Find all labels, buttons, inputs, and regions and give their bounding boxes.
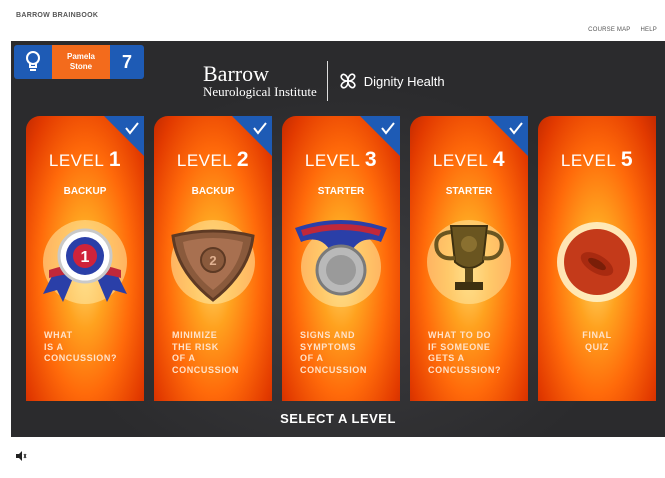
barrow-logo-subtitle: Neurological Institute bbox=[203, 84, 317, 99]
level-title: LEVEL 5 bbox=[538, 148, 656, 172]
level-title: LEVEL 1 bbox=[26, 148, 144, 172]
level-select-stage: Pamela Stone 7 Barrow Neurological Insti… bbox=[11, 41, 665, 437]
select-level-label: SELECT A LEVEL bbox=[280, 411, 396, 426]
course-map-link[interactable]: COURSE MAP bbox=[588, 27, 630, 33]
user-last-name: Stone bbox=[69, 62, 93, 71]
app-title: BARROW BRAINBOOK bbox=[16, 12, 99, 19]
trophy-icon bbox=[427, 220, 511, 304]
barrow-logo: Barrow Neurological Institute bbox=[203, 63, 317, 99]
top-nav: COURSE MAP HELP bbox=[588, 27, 657, 33]
level-rank: STARTER bbox=[445, 186, 493, 197]
level-description: FINAL QUIZ bbox=[582, 330, 612, 352]
bronze-shield-icon: 2 bbox=[171, 220, 255, 304]
level-description: WHAT IS A CONCUSSION? bbox=[44, 330, 118, 363]
level-prefix: LEVEL bbox=[560, 151, 616, 170]
level-card-2[interactable]: LEVEL 2 BACKUP 2 MINIMIZE THE RISK OF A … bbox=[154, 116, 272, 401]
svg-text:1: 1 bbox=[81, 249, 90, 266]
svg-text:2: 2 bbox=[209, 253, 216, 268]
level-number: 5 bbox=[620, 148, 634, 171]
level-description: WHAT TO DO IF SOMEONE GETS A CONCUSSION? bbox=[428, 330, 502, 375]
level-number: 4 bbox=[492, 148, 506, 171]
level-card-4[interactable]: LEVEL 4 STARTER WHAT TO DO IF SOMEONE GE… bbox=[410, 116, 528, 401]
level-description: SIGNS AND SYMPTOMS OF A CONCUSSION bbox=[300, 330, 368, 375]
speaker-icon[interactable] bbox=[15, 450, 27, 462]
level-rank: BACKUP bbox=[191, 186, 235, 197]
level-prefix: LEVEL bbox=[304, 151, 360, 170]
level-title: LEVEL 2 bbox=[154, 148, 272, 172]
user-count-box: 7 bbox=[110, 45, 144, 79]
dignity-health-name: Dignity Health bbox=[363, 73, 445, 89]
user-badge-icon-box bbox=[14, 45, 52, 79]
level-title: LEVEL 4 bbox=[410, 148, 528, 172]
level-prefix: LEVEL bbox=[432, 151, 488, 170]
user-count: 7 bbox=[121, 51, 132, 72]
level-number: 3 bbox=[364, 148, 378, 171]
logo-divider bbox=[326, 61, 328, 101]
silver-medal-icon bbox=[295, 220, 387, 307]
ring-icon bbox=[557, 222, 637, 302]
level-prefix: LEVEL bbox=[48, 151, 104, 170]
level-description: MINIMIZE THE RISK OF A CONCUSSION bbox=[172, 330, 240, 375]
level-card-1[interactable]: LEVEL 1 BACKUP 1 WHAT IS A CONCUSSION? bbox=[26, 116, 144, 401]
level-title: LEVEL 3 bbox=[282, 148, 400, 172]
level-card-3[interactable]: LEVEL 3 STARTER SIGNS AND SYMPTOMS OF A … bbox=[282, 116, 400, 401]
partner-logo: Barrow Neurological Institute Dignity He… bbox=[203, 59, 445, 103]
ribbon-medal-icon: 1 bbox=[43, 220, 127, 304]
user-name-box: Pamela Stone bbox=[52, 45, 110, 79]
help-link[interactable]: HELP bbox=[641, 27, 657, 33]
user-badge: Pamela Stone 7 bbox=[14, 45, 144, 79]
barrow-logo-name: Barrow bbox=[203, 61, 269, 86]
user-first-name: Pamela bbox=[66, 52, 96, 61]
level-prefix: LEVEL bbox=[176, 151, 232, 170]
level-rank: BACKUP bbox=[63, 186, 107, 197]
dignity-health-logo: Dignity Health bbox=[338, 71, 445, 91]
level-cards: LEVEL 1 BACKUP 1 WHAT IS A CONCUSSION? L… bbox=[26, 116, 660, 401]
level-rank: STARTER bbox=[317, 186, 365, 197]
lightbulb-icon bbox=[26, 51, 40, 71]
level-number: 1 bbox=[108, 148, 122, 171]
dignity-flower-icon bbox=[340, 73, 356, 89]
level-card-5[interactable]: LEVEL 5 FINAL QUIZ bbox=[538, 116, 656, 401]
level-number: 2 bbox=[236, 148, 250, 171]
